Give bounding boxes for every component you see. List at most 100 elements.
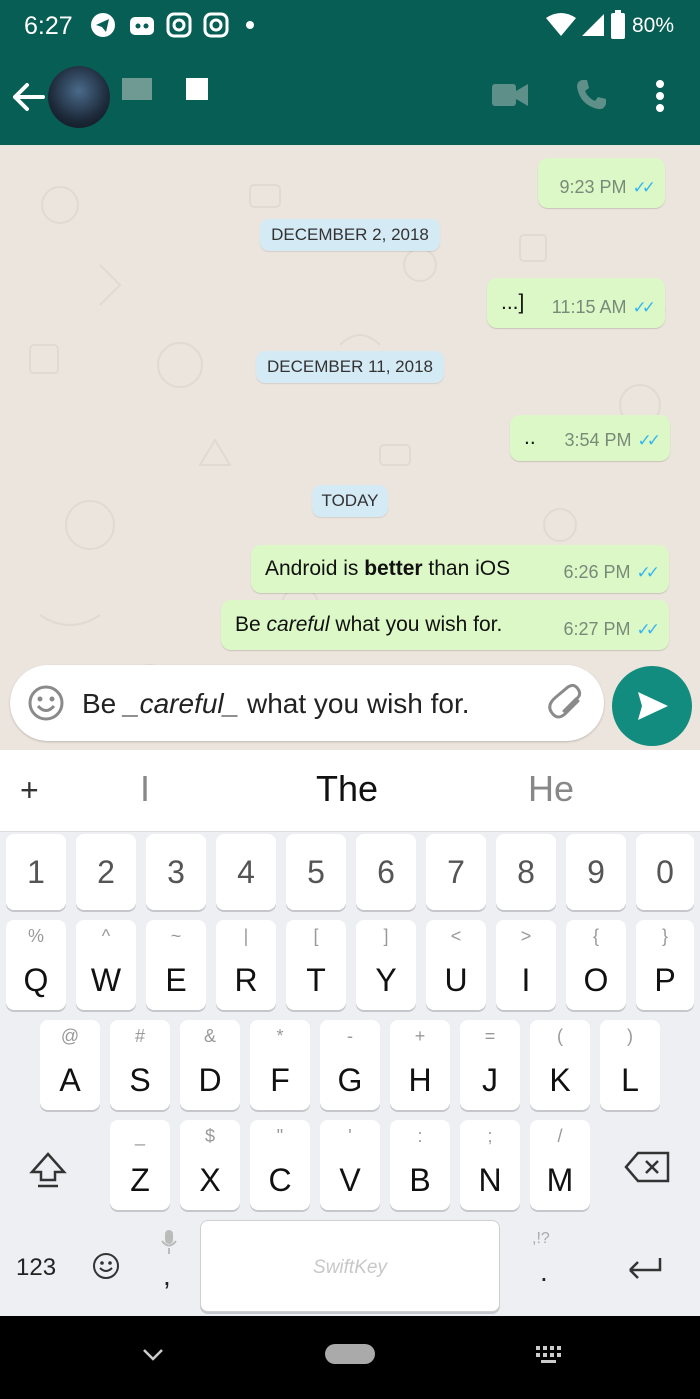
key-d[interactable]: & D xyxy=(180,1020,240,1110)
key-2[interactable]: 2 xyxy=(76,834,136,910)
key-v[interactable]: ' V xyxy=(320,1120,380,1210)
key-4[interactable]: 4 xyxy=(216,834,276,910)
send-button[interactable] xyxy=(612,666,692,746)
key-label: 7 xyxy=(447,854,465,890)
key-l[interactable]: ) L xyxy=(600,1020,660,1110)
key-x[interactable]: $ X xyxy=(180,1120,240,1210)
space-bar[interactable]: SwiftKey xyxy=(200,1220,500,1312)
navigation-bar xyxy=(0,1316,700,1399)
emoji-icon[interactable] xyxy=(28,685,64,721)
key-t[interactable]: [T xyxy=(286,920,346,1010)
key-7[interactable]: 7 xyxy=(426,834,486,910)
period-key[interactable]: . xyxy=(540,1256,548,1288)
key-b[interactable]: :B xyxy=(390,1120,450,1210)
shift-key[interactable] xyxy=(28,1150,68,1190)
key-label: 6 xyxy=(377,854,395,890)
chat-area[interactable]: 9:23 PM ✓✓ DECEMBER 2, 2018 ...] 11:15 AM… xyxy=(0,145,700,750)
key-alt-label: > xyxy=(520,926,532,946)
key-3[interactable]: 3 xyxy=(146,834,206,910)
key-label: Z xyxy=(130,1162,150,1198)
key-alt-label: % xyxy=(27,926,44,946)
message-bubble-outgoing[interactable]: 9:23 PM ✓✓ xyxy=(538,158,665,208)
keyboard-switch-icon[interactable] xyxy=(534,1344,562,1364)
suggestion-right[interactable]: He xyxy=(528,768,574,810)
read-receipt-icon: ✓✓ xyxy=(637,431,661,450)
emoji-key-icon[interactable] xyxy=(92,1252,120,1280)
key-1[interactable]: 1 xyxy=(6,834,66,910)
key-alt-label: / xyxy=(557,1126,563,1146)
dot-icon xyxy=(246,21,254,29)
key-e[interactable]: ~ E xyxy=(146,920,206,1010)
message-bubble-outgoing[interactable]: Android is better than iOS 6:26 PM ✓✓ xyxy=(251,545,669,593)
key-h[interactable]: + H xyxy=(390,1020,450,1110)
comma-key[interactable]: , xyxy=(163,1260,171,1292)
suggestion-center[interactable]: The xyxy=(316,768,378,810)
key-0[interactable]: 0 xyxy=(636,834,694,910)
key-s[interactable]: # S xyxy=(110,1020,170,1110)
home-pill[interactable] xyxy=(325,1344,375,1364)
key-m[interactable]: / M xyxy=(530,1120,590,1210)
key-f[interactable]: * F xyxy=(250,1020,310,1110)
message-input-part: what you wish for. xyxy=(239,688,470,719)
backspace-key[interactable] xyxy=(624,1150,672,1184)
suggestion-left[interactable]: I xyxy=(140,768,150,810)
expand-toolbar-button[interactable]: + xyxy=(20,772,39,809)
contact-name-redacted[interactable] xyxy=(122,78,152,100)
key-k[interactable]: (K xyxy=(530,1020,590,1110)
key-label: 5 xyxy=(307,854,325,890)
message-time: 6:26 PM xyxy=(563,562,631,582)
message-bubble-outgoing[interactable]: ...] 11:15 AM ✓✓ xyxy=(487,278,665,328)
key-6[interactable]: 6 xyxy=(356,834,416,910)
key-i[interactable]: > I xyxy=(496,920,556,1010)
key-label: H xyxy=(408,1062,432,1098)
key-8[interactable]: 8 xyxy=(496,834,556,910)
key-z[interactable]: _ Z xyxy=(110,1120,170,1210)
key-a[interactable]: @ A xyxy=(40,1020,100,1110)
message-input-part: Be xyxy=(82,688,125,719)
avatar[interactable] xyxy=(48,66,110,128)
read-receipt-icon: ✓✓ xyxy=(636,563,660,582)
message-time: 9:23 PM xyxy=(559,177,627,197)
key-5[interactable]: 5 xyxy=(286,834,346,910)
more-vert-icon[interactable] xyxy=(652,78,668,114)
message-bubble-outgoing[interactable]: .. 3:54 PM ✓✓ xyxy=(510,415,670,461)
date-chip: DECEMBER 11, 2018 xyxy=(256,351,444,383)
status-bar: 6:27 80% xyxy=(0,0,700,50)
symbols-key[interactable]: 123 xyxy=(16,1254,56,1282)
attach-icon[interactable] xyxy=(548,683,588,723)
chat-header xyxy=(0,50,700,145)
key-9[interactable]: 9 xyxy=(566,834,626,910)
key-q[interactable]: % Q xyxy=(6,920,66,1010)
key-label: 1 xyxy=(27,854,45,890)
key-u[interactable]: < U xyxy=(426,920,486,1010)
message-composer[interactable]: Be _careful_ what you wish for. xyxy=(10,665,604,741)
key-label: 9 xyxy=(587,854,605,890)
key-g[interactable]: -G xyxy=(320,1020,380,1110)
backspace-icon xyxy=(624,1151,670,1183)
phone-icon[interactable] xyxy=(574,78,608,112)
back-arrow-icon[interactable] xyxy=(12,82,46,112)
key-label: P xyxy=(654,962,676,998)
discord-icon xyxy=(130,17,154,35)
key-y[interactable]: ] Y xyxy=(356,920,416,1010)
key-o[interactable]: {O xyxy=(566,920,626,1010)
key-alt-label: ( xyxy=(557,1026,563,1046)
key-c[interactable]: " C xyxy=(250,1120,310,1210)
chevron-down-icon[interactable] xyxy=(142,1348,164,1362)
key-j[interactable]: = J xyxy=(460,1020,520,1110)
key-r[interactable]: | R xyxy=(216,920,276,1010)
message-text: ...] xyxy=(501,291,525,314)
key-alt-label: @ xyxy=(60,1026,80,1046)
instagram-icon xyxy=(203,12,229,38)
key-label: R xyxy=(234,962,258,998)
key-p[interactable]: } P xyxy=(636,920,694,1010)
key-n[interactable]: ; N xyxy=(460,1120,520,1210)
message-text-part: than iOS xyxy=(422,557,511,580)
message-bubble-outgoing[interactable]: Be careful what you wish for. 6:27 PM ✓✓ xyxy=(221,600,669,650)
key-label: 4 xyxy=(237,854,255,890)
enter-icon[interactable] xyxy=(624,1254,664,1282)
microphone-icon xyxy=(161,1230,177,1254)
video-call-icon[interactable] xyxy=(492,82,530,108)
key-w[interactable]: ^ W xyxy=(76,920,136,1010)
message-input[interactable]: Be _careful_ what you wish for. xyxy=(82,688,470,720)
